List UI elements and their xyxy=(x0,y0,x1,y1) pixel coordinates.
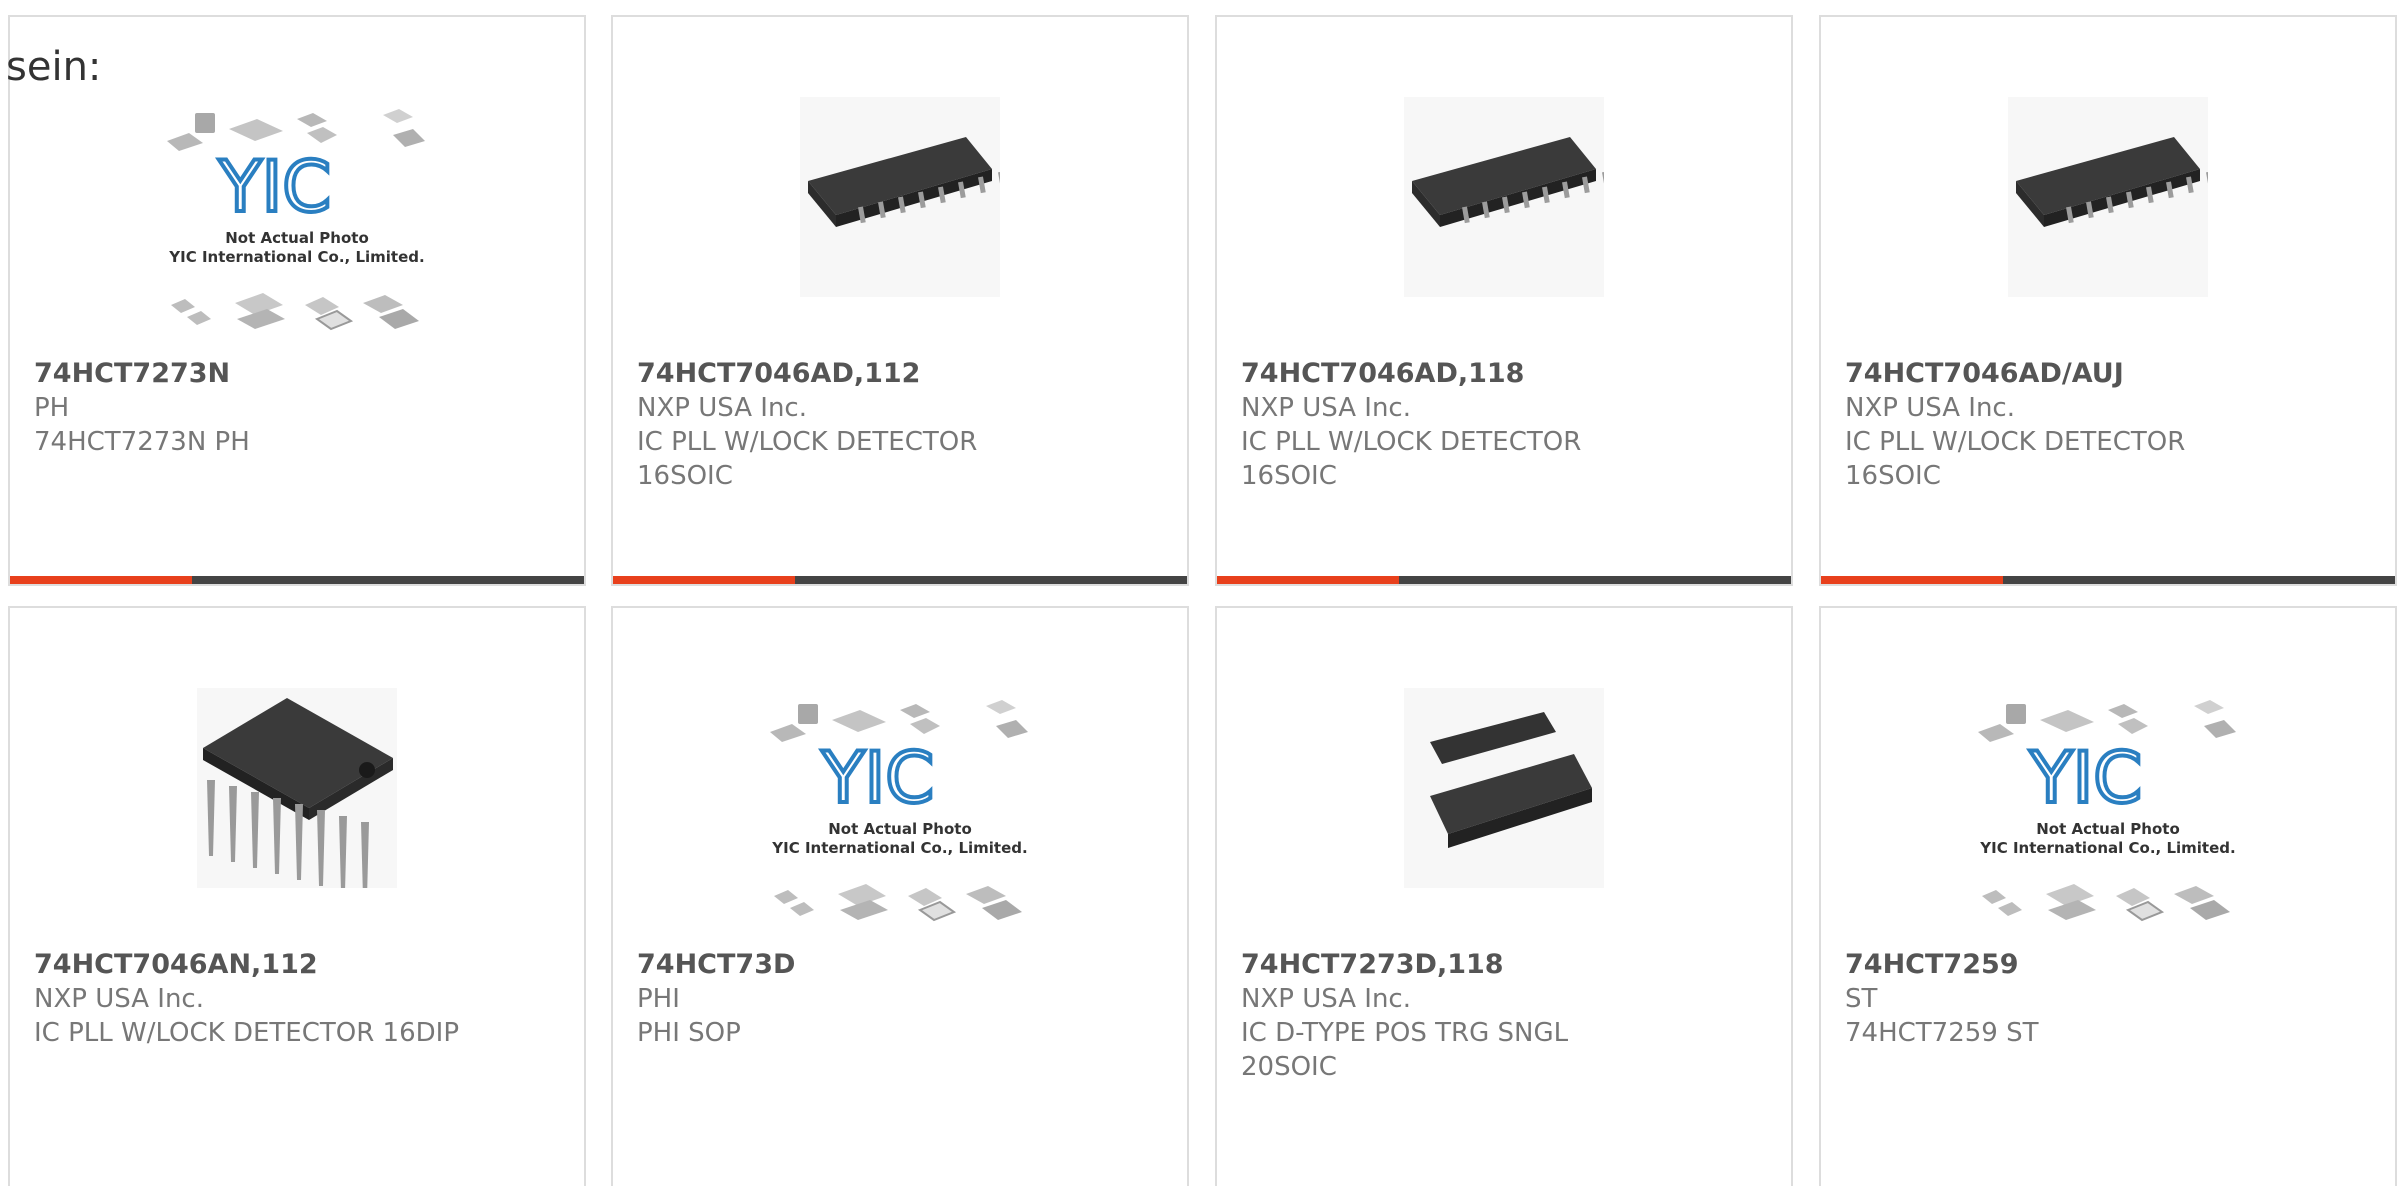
card-bottom-bar xyxy=(1821,576,2395,584)
card-accent xyxy=(1217,576,1399,584)
card-bottom-bar xyxy=(1217,576,1791,584)
svg-text:YIC International Co., Limited: YIC International Co., Limited. xyxy=(771,839,1027,857)
manufacturer: NXP USA Inc. xyxy=(1845,393,2015,423)
part-number-link[interactable]: 74HCT7273D,118 xyxy=(1241,948,1781,982)
section-heading: sein: xyxy=(6,44,102,90)
product-card[interactable]: 74HCT7046AN,112 NXP USA Inc. IC PLL W/LO… xyxy=(8,606,586,1186)
product-card[interactable]: 74HCT7046AD,118 NXP USA Inc. IC PLL W/LO… xyxy=(1215,15,1793,586)
manufacturer: NXP USA Inc. xyxy=(637,393,807,423)
yic-placeholder-icon: YIC Not Actual Photo YIC International C… xyxy=(1978,700,2236,922)
product-image[interactable]: YIC Not Actual Photo YIC International C… xyxy=(613,608,1187,922)
description: 74HCT7259 ST xyxy=(1845,1018,2039,1048)
card-bottom-bar xyxy=(10,576,584,584)
description: 74HCT7273N PH xyxy=(34,427,250,457)
part-number-link[interactable]: 74HCT7259 xyxy=(1845,948,2385,982)
dip-chip-icon xyxy=(197,688,397,888)
yic-placeholder-icon: YIC Not Actual Photo YIC International C… xyxy=(167,109,425,331)
part-number-link[interactable]: 74HCT73D xyxy=(637,948,1177,982)
product-info: 74HCT7273D,118 NXP USA Inc. IC D-TYPE PO… xyxy=(1241,948,1781,1084)
product-image[interactable] xyxy=(1217,608,1791,888)
manufacturer: PHI xyxy=(637,984,680,1014)
product-card[interactable]: YIC Not Actual Photo YIC International C… xyxy=(1819,606,2397,1186)
description: IC PLL W/LOCK DETECTOR 16SOIC xyxy=(1241,427,1582,491)
product-info: 74HCT73D PHI PHI SOP xyxy=(637,948,1177,1050)
svg-text:Not Actual Photo: Not Actual Photo xyxy=(828,820,972,838)
description: IC PLL W/LOCK DETECTOR 16DIP xyxy=(34,1018,460,1048)
soic-chip-icon xyxy=(1404,97,1604,297)
part-number-link[interactable]: 74HCT7046AN,112 xyxy=(34,948,574,982)
card-accent xyxy=(613,576,795,584)
card-bottom-bar xyxy=(613,576,1187,584)
product-info: 74HCT7273N PH 74HCT7273N PH xyxy=(34,357,574,459)
svg-text:YIC: YIC xyxy=(218,146,331,228)
product-info: 74HCT7046AD/AUJ NXP USA Inc. IC PLL W/LO… xyxy=(1845,357,2385,493)
card-accent xyxy=(10,576,192,584)
product-card[interactable]: YIC Not Actual Photo YIC International C… xyxy=(8,15,586,586)
card-accent xyxy=(1821,576,2003,584)
description: IC PLL W/LOCK DETECTOR 16SOIC xyxy=(1845,427,2186,491)
soic-chip-icon xyxy=(2008,97,2208,297)
product-card[interactable]: 74HCT7046AD/AUJ NXP USA Inc. IC PLL W/LO… xyxy=(1819,15,2397,586)
yic-placeholder-icon: YIC Not Actual Photo YIC International C… xyxy=(770,700,1028,922)
manufacturer: NXP USA Inc. xyxy=(1241,984,1411,1014)
part-number-link[interactable]: 74HCT7046AD,112 xyxy=(637,357,1177,391)
svg-text:YIC International Co., Limited: YIC International Co., Limited. xyxy=(1979,839,2235,857)
product-info: 74HCT7046AD,118 NXP USA Inc. IC PLL W/LO… xyxy=(1241,357,1781,493)
svg-text:Not Actual Photo: Not Actual Photo xyxy=(2036,820,2180,838)
soic-chip-icon xyxy=(800,97,1000,297)
svg-text:YIC International Co., Limited: YIC International Co., Limited. xyxy=(168,248,424,266)
manufacturer: ST xyxy=(1845,984,1878,1014)
product-info: 74HCT7046AN,112 NXP USA Inc. IC PLL W/LO… xyxy=(34,948,574,1050)
soic20-chips-icon xyxy=(1404,688,1604,888)
product-image[interactable]: YIC Not Actual Photo YIC International C… xyxy=(1821,608,2395,922)
product-image[interactable] xyxy=(1217,17,1791,297)
product-image[interactable] xyxy=(1821,17,2395,297)
description: IC D-TYPE POS TRG SNGL 20SOIC xyxy=(1241,1018,1569,1082)
product-card[interactable]: YIC Not Actual Photo YIC International C… xyxy=(611,606,1189,1186)
part-number-link[interactable]: 74HCT7046AD/AUJ xyxy=(1845,357,2385,391)
description: IC PLL W/LOCK DETECTOR 16SOIC xyxy=(637,427,978,491)
svg-text:Not Actual Photo: Not Actual Photo xyxy=(225,229,369,247)
svg-text:YIC: YIC xyxy=(821,737,934,819)
product-info: 74HCT7046AD,112 NXP USA Inc. IC PLL W/LO… xyxy=(637,357,1177,493)
product-image[interactable] xyxy=(10,608,584,888)
svg-text:YIC: YIC xyxy=(2029,737,2142,819)
product-card[interactable]: 74HCT7273D,118 NXP USA Inc. IC D-TYPE PO… xyxy=(1215,606,1793,1186)
manufacturer: NXP USA Inc. xyxy=(34,984,204,1014)
part-number-link[interactable]: 74HCT7046AD,118 xyxy=(1241,357,1781,391)
description: PHI SOP xyxy=(637,1018,741,1048)
part-number-link[interactable]: 74HCT7273N xyxy=(34,357,574,391)
product-grid: YIC Not Actual Photo YIC International C… xyxy=(0,0,2400,1186)
manufacturer: PH xyxy=(34,393,70,423)
product-image[interactable] xyxy=(613,17,1187,297)
product-info: 74HCT7259 ST 74HCT7259 ST xyxy=(1845,948,2385,1050)
product-card[interactable]: 74HCT7046AD,112 NXP USA Inc. IC PLL W/LO… xyxy=(611,15,1189,586)
manufacturer: NXP USA Inc. xyxy=(1241,393,1411,423)
